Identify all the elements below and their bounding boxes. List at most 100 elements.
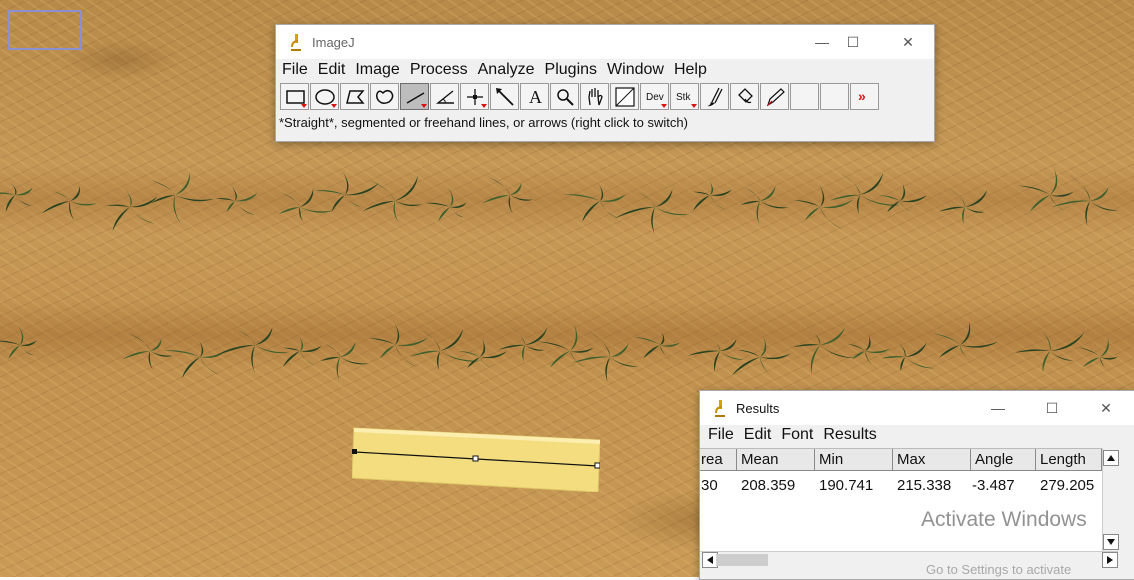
- corn-plant: [1014, 325, 1085, 373]
- close-icon[interactable]: ✕: [885, 25, 931, 59]
- imagej-title: ImageJ: [312, 34, 355, 50]
- menu-edit[interactable]: Edit: [316, 61, 354, 79]
- text-tool-icon[interactable]: A: [520, 83, 549, 110]
- corn-plant: [162, 340, 226, 378]
- activate-windows-subtitle: Go to Settings to activate: [926, 562, 1072, 577]
- corn-plant: [425, 187, 467, 221]
- cell-angle[interactable]: -3.487: [972, 477, 1015, 494]
- menu-process[interactable]: Process: [408, 61, 476, 79]
- corn-plant: [881, 339, 935, 372]
- corn-plant: [278, 188, 333, 222]
- line-handle-start[interactable]: [352, 449, 357, 454]
- empty-tool-slot[interactable]: [790, 83, 819, 110]
- column-header-mean[interactable]: Mean: [737, 449, 815, 471]
- imagej-menubar: File Edit Image Process Analyze Plugins …: [276, 59, 934, 81]
- corn-plant: [41, 185, 97, 222]
- scroll-up-icon[interactable]: [1103, 450, 1119, 466]
- roi-selection-rectangle[interactable]: [8, 10, 82, 50]
- results-table[interactable]: rea Mean Min Max Angle Length 30 208.359…: [700, 448, 1102, 552]
- cell-min[interactable]: 190.741: [819, 477, 873, 494]
- svg-text:Dev: Dev: [646, 92, 664, 103]
- results-menubar: File Edit Font Results: [700, 423, 1134, 447]
- corn-plant: [614, 188, 689, 235]
- rectangle-tool-icon[interactable]: [280, 83, 309, 110]
- corn-plant: [562, 184, 626, 222]
- corn-plant: [0, 182, 33, 212]
- corn-plant: [571, 330, 639, 382]
- corn-plant: [498, 326, 548, 362]
- corn-plant: [282, 336, 322, 367]
- column-header-length[interactable]: Length: [1036, 449, 1102, 471]
- menu-window[interactable]: Window: [605, 61, 672, 79]
- menu-image[interactable]: Image: [353, 61, 407, 79]
- cell-max[interactable]: 215.338: [897, 477, 951, 494]
- menu-file[interactable]: File: [280, 61, 316, 79]
- point-tool-icon[interactable]: [460, 83, 489, 110]
- menu-help[interactable]: Help: [672, 61, 715, 79]
- corn-plant: [740, 185, 789, 225]
- stacks-menu-icon[interactable]: Stk: [670, 83, 699, 110]
- menu-plugins[interactable]: Plugins: [543, 61, 605, 79]
- corn-plant: [938, 188, 988, 224]
- pencil-tool-icon[interactable]: [760, 83, 789, 110]
- corn-plant: [0, 325, 37, 359]
- angle-tool-icon[interactable]: [430, 83, 459, 110]
- corn-plant: [150, 172, 215, 226]
- oval-tool-icon[interactable]: [310, 83, 339, 110]
- scroll-down-icon[interactable]: [1103, 534, 1119, 550]
- results-window: Results — ☐ ✕ File Edit Font Results rea…: [699, 390, 1134, 580]
- cell-mean[interactable]: 208.359: [741, 477, 795, 494]
- line-handle-mid[interactable]: [472, 455, 479, 462]
- imagej-microscope-icon: [715, 400, 725, 417]
- corn-plant: [482, 177, 533, 214]
- wand-tool-icon[interactable]: [490, 83, 519, 110]
- close-icon[interactable]: ✕: [1083, 391, 1129, 425]
- maximize-icon[interactable]: ☐: [1029, 391, 1075, 425]
- results-menu-font[interactable]: Font: [779, 426, 821, 444]
- results-titlebar[interactable]: Results — ☐ ✕: [700, 391, 1134, 425]
- scroll-right-icon[interactable]: [1102, 552, 1118, 568]
- svg-text:Stk: Stk: [676, 92, 691, 103]
- column-header-area[interactable]: rea: [700, 449, 737, 471]
- vertical-scrollbar[interactable]: [1102, 448, 1119, 551]
- flood-fill-tool-icon[interactable]: [730, 83, 759, 110]
- corn-plant: [794, 185, 854, 230]
- imagej-titlebar[interactable]: ImageJ — ☐ ✕: [276, 25, 934, 59]
- minimize-icon[interactable]: —: [975, 391, 1021, 425]
- results-menu-edit[interactable]: Edit: [742, 426, 780, 444]
- brush-tool-icon[interactable]: [700, 83, 729, 110]
- maximize-icon[interactable]: ☐: [830, 25, 876, 59]
- corn-plant: [314, 170, 380, 212]
- corn-plant: [634, 332, 680, 360]
- color-picker-tool-icon[interactable]: [610, 83, 639, 110]
- column-header-max[interactable]: Max: [893, 449, 971, 471]
- cell-length[interactable]: 279.205: [1040, 477, 1094, 494]
- column-header-min[interactable]: Min: [815, 449, 893, 471]
- freehand-tool-icon[interactable]: [370, 83, 399, 110]
- imagej-window: ImageJ — ☐ ✕ File Edit Image Process Ana…: [275, 24, 935, 142]
- corn-plant: [933, 321, 999, 361]
- corn-plant: [1051, 174, 1119, 226]
- corn-plant: [369, 323, 429, 368]
- ruler-object: [352, 427, 600, 492]
- results-menu-results[interactable]: Results: [821, 426, 884, 444]
- cell-area[interactable]: 30: [701, 477, 718, 494]
- results-menu-file[interactable]: File: [706, 426, 742, 444]
- imagej-microscope-icon: [291, 34, 301, 51]
- corn-plant: [362, 175, 422, 223]
- empty-tool-slot[interactable]: [820, 83, 849, 110]
- imagej-toolbar: A Dev Stk »: [276, 83, 934, 110]
- status-bar: *Straight*, segmented or freehand lines,…: [279, 115, 688, 130]
- horizontal-scroll-thumb[interactable]: [716, 554, 768, 566]
- hand-tool-icon[interactable]: [580, 83, 609, 110]
- menu-analyze[interactable]: Analyze: [476, 61, 543, 79]
- corn-plant: [847, 335, 891, 369]
- line-tool-icon[interactable]: [400, 83, 429, 110]
- polygon-tool-icon[interactable]: [340, 83, 369, 110]
- corn-plant: [215, 185, 258, 215]
- line-handle-end[interactable]: [594, 462, 600, 469]
- developer-menu-icon[interactable]: Dev: [640, 83, 669, 110]
- magnifier-tool-icon[interactable]: [550, 83, 579, 110]
- column-header-angle[interactable]: Angle: [971, 449, 1036, 471]
- more-tools-icon[interactable]: »: [850, 83, 879, 110]
